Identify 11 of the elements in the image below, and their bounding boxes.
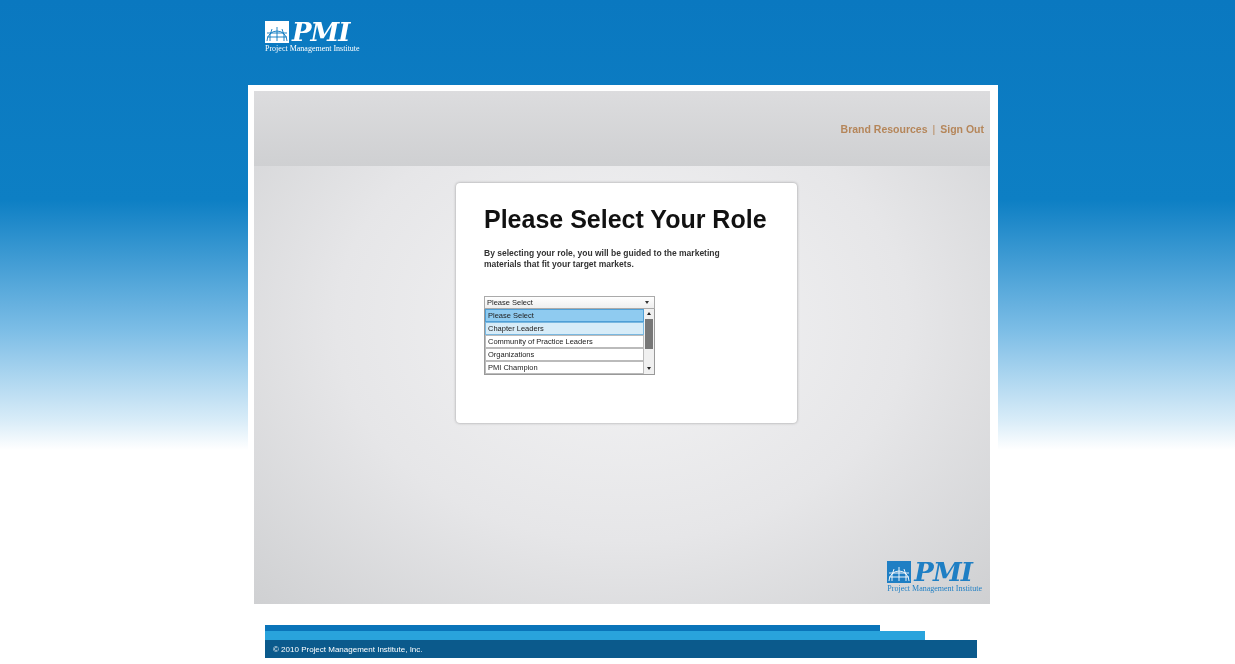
logo-wordmark: PMI (914, 560, 972, 584)
globe-grid-icon (887, 561, 912, 583)
copyright-text: © 2010 Project Management Institute, Inc. (273, 644, 423, 654)
logo-wordmark: PMI (292, 20, 350, 44)
globe-grid-icon (265, 21, 289, 43)
scrollbar-drawing[interactable] (644, 309, 654, 374)
card-description: By selecting your role, you will be guided to the marketing materials that fit your target markets. (484, 248, 721, 270)
link-separator: | (932, 122, 936, 135)
logo-tagline: Project Management Institute (265, 44, 360, 54)
card-title: Please Select Your Role (484, 205, 768, 234)
logo-tagline: Project Management Institute (887, 584, 982, 594)
